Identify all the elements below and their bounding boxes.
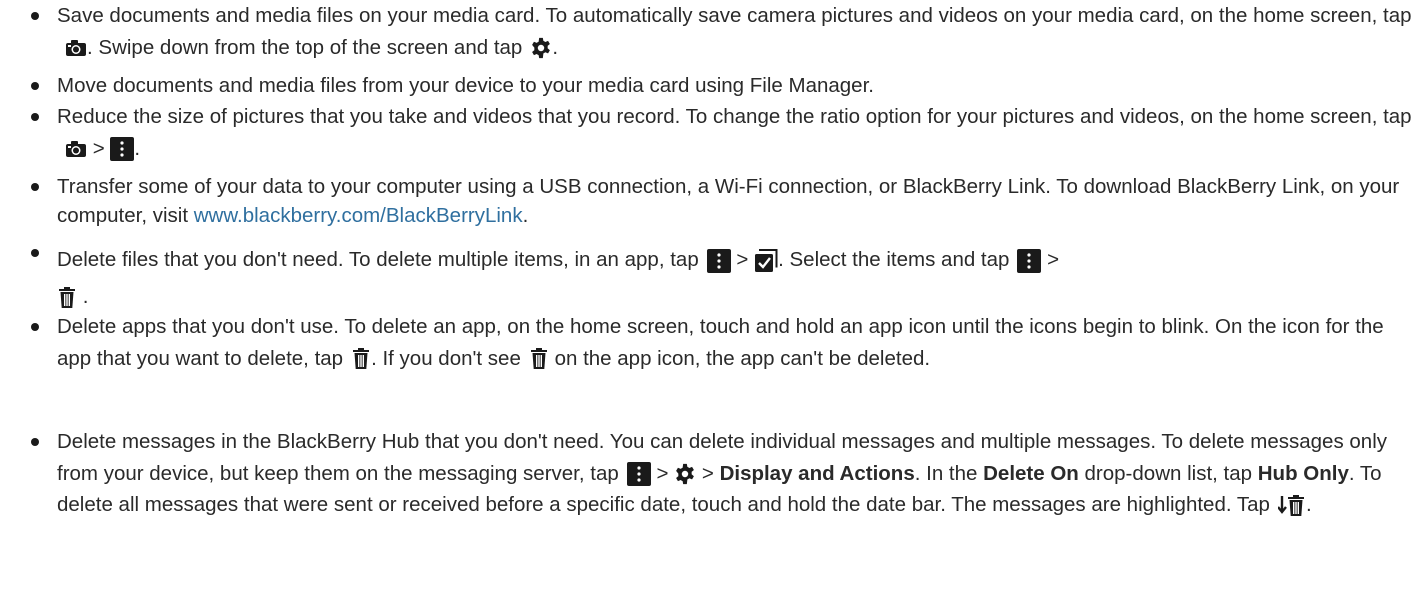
separator: > [701, 461, 714, 485]
list-item: Transfer some of your data to your compu… [0, 172, 1424, 230]
camera-icon [65, 39, 87, 57]
list-item: Delete files that you don't need. To del… [0, 241, 1069, 315]
item-text: on the app icon, the app can't be delete… [554, 346, 931, 370]
item-text: Save documents and media files on your m… [57, 4, 1412, 27]
menu-path-display-actions: Display and Actions [719, 461, 915, 485]
list-item: Reduce the size of pictures that you tak… [0, 101, 1424, 164]
bullet-dot [31, 323, 39, 331]
list-item: Delete messages in the BlackBerry Hub th… [0, 426, 1424, 521]
separator: > [92, 136, 105, 160]
item-text: . If you don't see [371, 346, 521, 370]
bullet-dot [31, 438, 39, 446]
gear-icon [674, 463, 696, 485]
bullet-dot [31, 82, 39, 90]
select-items-icon [754, 248, 778, 273]
separator: > [736, 248, 749, 271]
camera-icon [65, 140, 87, 158]
blackberry-link-url[interactable]: www.blackberry.com/BlackBerryLink [194, 204, 523, 227]
overflow-menu-icon [110, 137, 135, 162]
item-text: . [552, 35, 559, 59]
list-item: Save documents and media files on your m… [0, 0, 1424, 63]
hub-only-option: Hub Only [1257, 461, 1349, 485]
item-text: . [1305, 493, 1312, 516]
item-text: Reduce the size of pictures that you tak… [57, 105, 1412, 128]
item-text: drop-down list, tap [1084, 461, 1253, 485]
trash-icon [529, 348, 549, 370]
bullet-dot [31, 249, 39, 257]
item-text: . [522, 204, 529, 227]
item-text: . Select the items and tap [778, 248, 1010, 271]
gear-icon [530, 37, 552, 59]
item-text: . [134, 136, 141, 160]
overflow-menu-icon [706, 248, 731, 273]
separator: > [1047, 248, 1060, 271]
trash-icon [57, 286, 77, 309]
delete-prior-icon [1277, 494, 1306, 517]
bullet-dot [31, 12, 39, 20]
trash-icon [351, 348, 371, 370]
bullet-dot [31, 183, 39, 191]
overflow-menu-icon [1017, 248, 1042, 273]
item-text: . In the [914, 461, 978, 485]
item-text: Move documents and media files from your… [57, 74, 874, 97]
item-text: Delete files that you don't need. To del… [57, 248, 699, 271]
list-item: Move documents and media files from your… [0, 70, 884, 102]
bullet-dot [31, 113, 39, 121]
list-item: Delete apps that you don't use. To delet… [0, 311, 1424, 374]
help-document: Save documents and media files on your m… [0, 0, 1424, 613]
overflow-menu-icon [626, 462, 651, 487]
delete-on-label: Delete On [983, 461, 1079, 485]
item-text: . [82, 285, 89, 308]
item-text: . Swipe down from the top of the screen … [87, 35, 523, 59]
separator: > [656, 461, 669, 485]
